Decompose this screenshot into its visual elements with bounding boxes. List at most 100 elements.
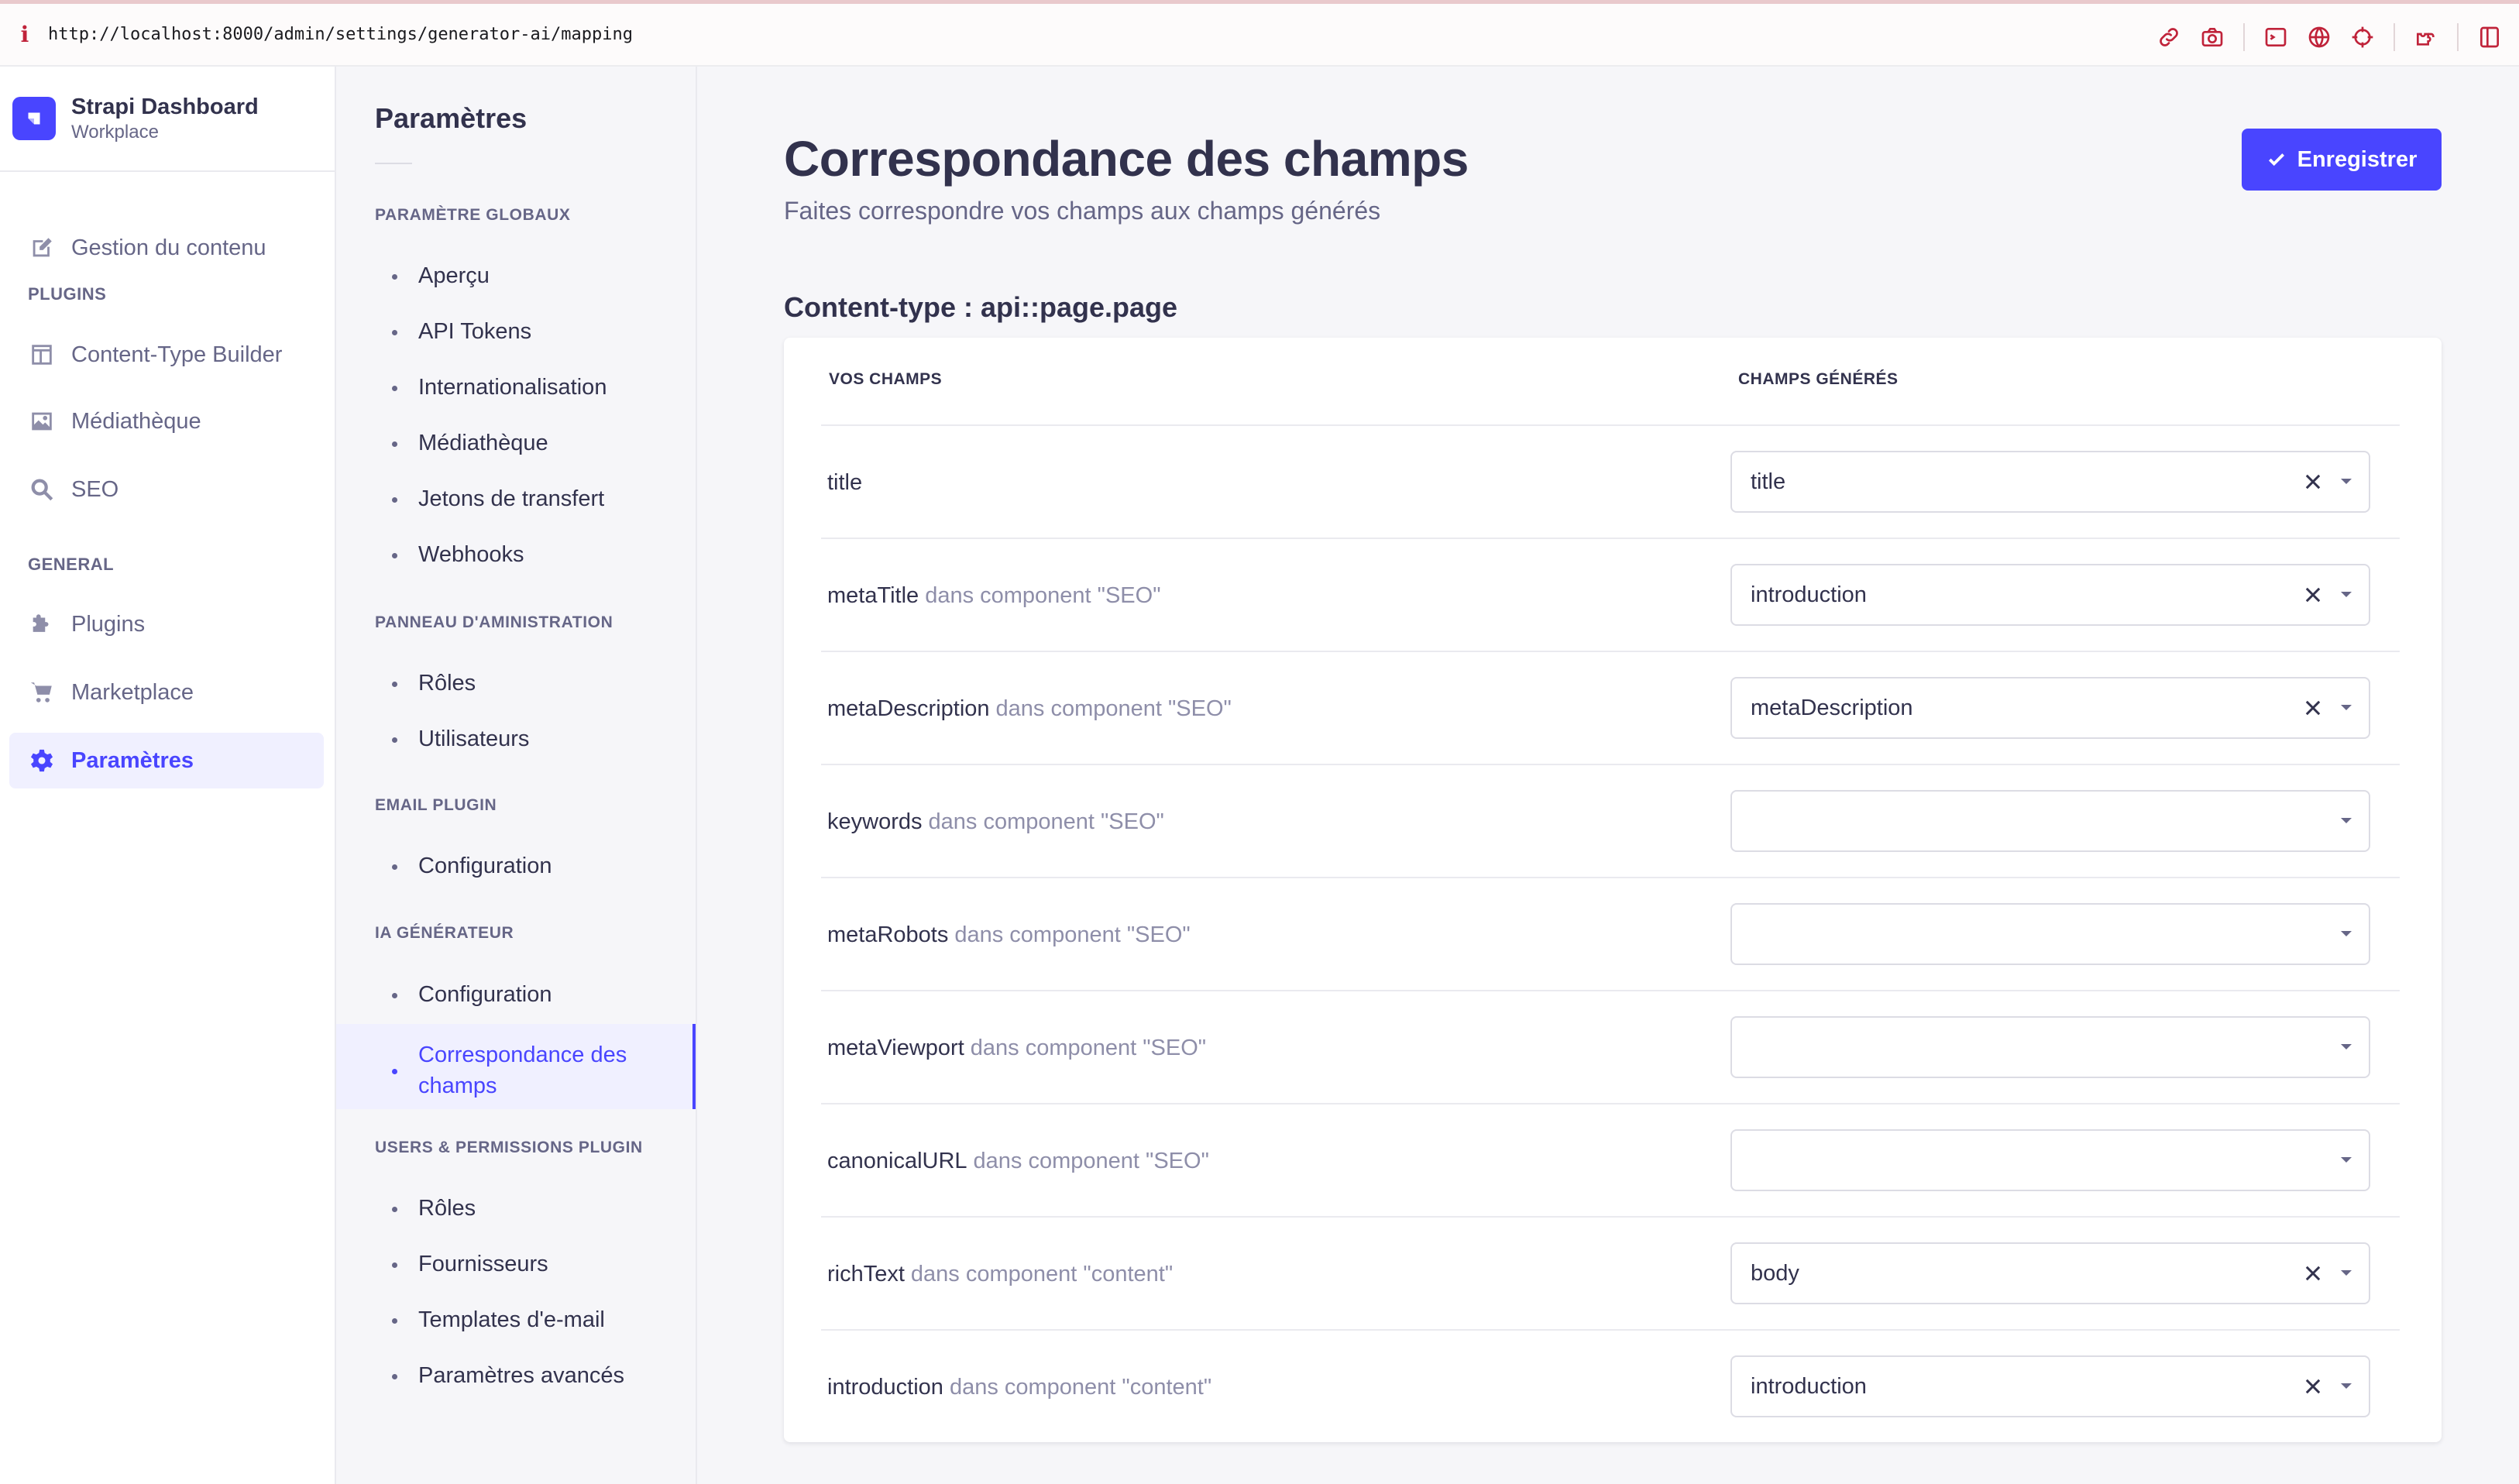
bullet-icon	[392, 274, 397, 280]
nav-item-content-type-builder[interactable]: Content-Type Builder	[9, 327, 324, 383]
nav-item-plugins[interactable]: Plugins	[9, 596, 324, 652]
sidebar-icon[interactable]	[2468, 15, 2511, 59]
generated-field-select[interactable]: introduction	[1730, 564, 2370, 626]
brand-subtitle: Workplace	[71, 122, 159, 143]
clear-icon[interactable]	[2302, 584, 2324, 606]
chevron-down-icon[interactable]	[2341, 1157, 2352, 1163]
subnav-item-transfer-tokens[interactable]: Jetons de transfert	[336, 483, 696, 514]
chevron-down-icon[interactable]	[2341, 818, 2352, 823]
subnav-item-email-templates[interactable]: Templates d'e-mail	[336, 1304, 696, 1335]
bullet-icon	[392, 386, 397, 391]
chevron-down-icon[interactable]	[2341, 931, 2352, 936]
terminal-icon[interactable]	[2254, 15, 2297, 59]
camera-icon[interactable]	[2191, 15, 2234, 59]
generated-field-select[interactable]	[1730, 1129, 2370, 1191]
generated-field-select[interactable]: introduction	[1730, 1355, 2370, 1417]
subnav-item-providers[interactable]: Fournisseurs	[336, 1249, 696, 1280]
table-row: metaTitle dans component "SEO" introducti…	[821, 538, 2400, 651]
strapi-logo-icon	[12, 97, 56, 140]
field-name: richText dans component "content"	[827, 1261, 1174, 1286]
nav-label: Plugins	[71, 611, 146, 637]
subnav-item-api-tokens[interactable]: API Tokens	[336, 316, 696, 347]
link-icon[interactable]	[2147, 15, 2191, 59]
bullet-icon	[392, 441, 397, 447]
bullet-icon	[392, 497, 397, 503]
nav-item-seo[interactable]: SEO	[9, 462, 324, 517]
nav-item-media-library[interactable]: Médiathèque	[9, 393, 324, 449]
bullet-icon	[392, 330, 397, 335]
generated-field-select[interactable]	[1730, 903, 2370, 965]
component-label: dans component "SEO"	[995, 696, 1232, 721]
field-name: canonicalURL dans component "SEO"	[827, 1148, 1209, 1173]
bullet-icon	[392, 553, 397, 558]
save-button[interactable]: Enregistrer	[2242, 129, 2442, 191]
column-header-your-fields: VOS CHAMPS	[829, 370, 943, 388]
image-icon	[28, 407, 56, 435]
globe-icon[interactable]	[2297, 15, 2341, 59]
mapping-table: VOS CHAMPS CHAMPS GÉNÉRÉS title title me…	[784, 338, 2442, 1442]
generated-field-select[interactable]: metaDescription	[1730, 677, 2370, 739]
extension-icon[interactable]	[2404, 15, 2448, 59]
column-header-generated-fields: CHAMPS GÉNÉRÉS	[1738, 370, 1899, 388]
content-type-heading: Content-type : api::page.page	[784, 291, 1178, 323]
subnav-section-email: EMAIL PLUGIN	[375, 796, 497, 814]
layout-icon	[28, 341, 56, 369]
chevron-down-icon[interactable]	[2341, 705, 2352, 710]
nav-item-content-manager[interactable]: Gestion du contenu	[9, 220, 324, 276]
nav-section-general: GENERAL	[28, 555, 115, 574]
nav-label: Content-Type Builder	[71, 342, 283, 367]
nav-item-settings[interactable]: Paramètres	[9, 733, 324, 788]
component-label: dans component "content"	[910, 1261, 1174, 1286]
clear-icon[interactable]	[2302, 697, 2324, 719]
subnav-item-media-library[interactable]: Médiathèque	[336, 428, 696, 459]
brand-header[interactable]: Strapi Dashboard Workplace	[0, 67, 335, 172]
check-icon	[2268, 153, 2284, 167]
field-name: introduction dans component "content"	[827, 1374, 1212, 1400]
subnav-item-webhooks[interactable]: Webhooks	[336, 539, 696, 570]
subnav-item-ai-configuration[interactable]: Configuration	[336, 979, 696, 1010]
chevron-down-icon[interactable]	[2341, 592, 2352, 597]
table-row: keywords dans component "SEO"	[821, 764, 2400, 877]
component-label: dans component "SEO"	[928, 809, 1164, 834]
field-name: keywords dans component "SEO"	[827, 809, 1164, 834]
pencil-icon	[28, 234, 56, 262]
generated-field-select[interactable]: body	[1730, 1242, 2370, 1304]
chevron-down-icon[interactable]	[2341, 1270, 2352, 1276]
bullet-icon	[392, 1207, 397, 1212]
subnav-item-internationalization[interactable]: Internationalisation	[336, 372, 696, 403]
subnav-item-up-roles[interactable]: Rôles	[336, 1193, 696, 1224]
generated-field-select[interactable]	[1730, 790, 2370, 852]
crosshair-icon[interactable]	[2341, 15, 2384, 59]
toolbar-divider	[2457, 23, 2459, 51]
chevron-down-icon[interactable]	[2341, 1044, 2352, 1049]
subnav-item-users[interactable]: Utilisateurs	[336, 723, 696, 754]
table-row: metaDescription dans component "SEO" meta…	[821, 651, 2400, 764]
subnav-section-global: PARAMÈTRE GLOBAUX	[375, 206, 571, 224]
subnav-item-advanced-settings[interactable]: Paramètres avancés	[336, 1360, 696, 1391]
chevron-down-icon[interactable]	[2341, 1383, 2352, 1389]
clear-icon[interactable]	[2302, 1262, 2324, 1284]
subnav-item-field-mapping[interactable]: Correspondance des champs	[336, 1024, 696, 1109]
select-value: title	[1751, 469, 1786, 494]
info-icon[interactable]: i	[2, 22, 48, 47]
subnav-item-email-configuration[interactable]: Configuration	[336, 850, 696, 881]
chevron-down-icon[interactable]	[2341, 479, 2352, 484]
subnav-section-users-permissions: USERS & PERMISSIONS PLUGIN	[375, 1139, 643, 1156]
url-field[interactable]: http://localhost:8000/admin/settings/gen…	[48, 25, 633, 44]
cart-icon	[28, 678, 56, 706]
subnav-item-overview[interactable]: Aperçu	[336, 260, 696, 291]
clear-icon[interactable]	[2302, 471, 2324, 493]
generated-field-select[interactable]	[1730, 1016, 2370, 1078]
generated-field-select[interactable]: title	[1730, 451, 2370, 513]
toolbar-divider	[2394, 23, 2395, 51]
nav-item-marketplace[interactable]: Marketplace	[9, 665, 324, 720]
bullet-icon	[392, 682, 397, 687]
bullet-icon	[392, 1374, 397, 1379]
clear-icon[interactable]	[2302, 1376, 2324, 1397]
table-row: title title	[821, 424, 2400, 538]
field-name: metaDescription dans component "SEO"	[827, 696, 1232, 721]
subnav-item-admin-roles[interactable]: Rôles	[336, 668, 696, 699]
component-label: dans component "content"	[949, 1374, 1212, 1400]
main-content: Correspondance des champs Faites corresp…	[697, 67, 2519, 1484]
bullet-icon	[392, 1262, 397, 1268]
